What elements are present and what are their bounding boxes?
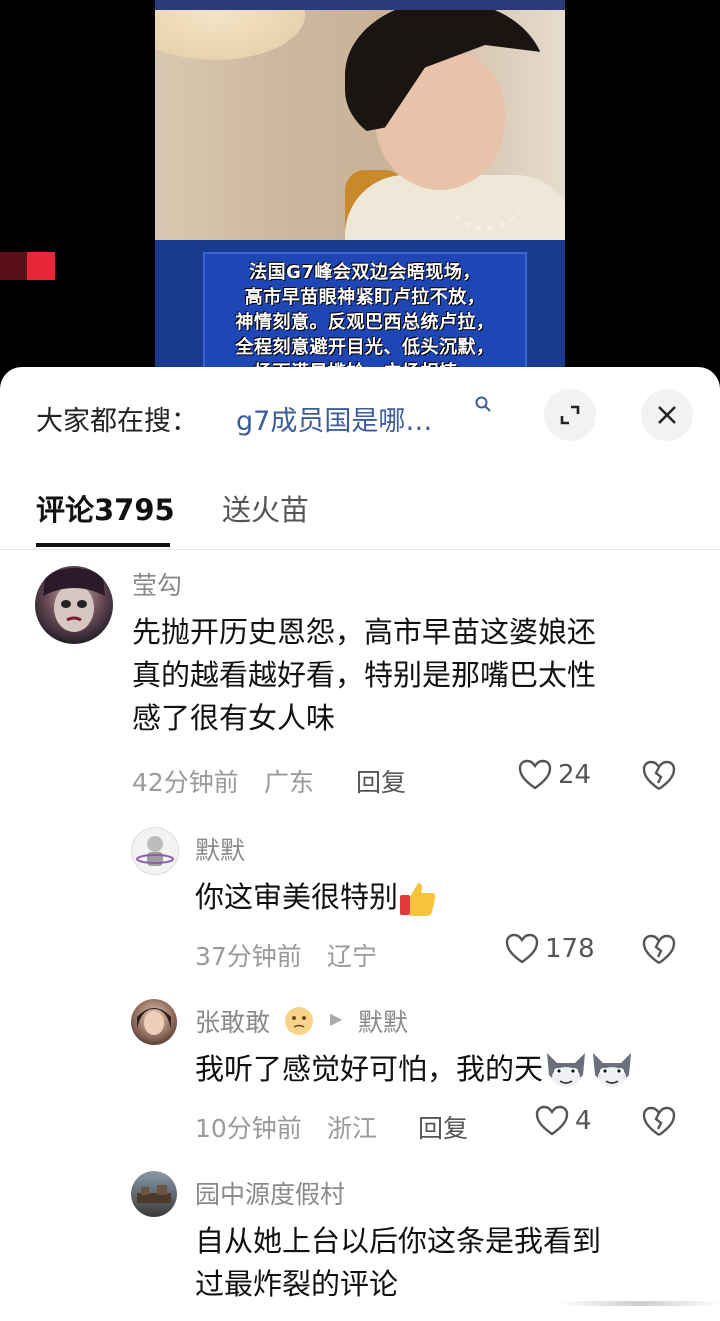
heart-icon	[505, 933, 539, 964]
reply-button[interactable]: 回复	[356, 763, 406, 799]
expand-icon	[560, 405, 580, 425]
avatar[interactable]	[131, 1171, 177, 1217]
comment-item: 莹勾 先抛开历史恩怨，高市早苗这婆娘还 真的越看越好看，特别是那嘴巴太性 感了很…	[0, 563, 720, 813]
thumbs-up-icon	[400, 883, 436, 916]
progress-marker-dim	[0, 252, 27, 280]
close-icon	[658, 406, 676, 424]
broken-heart-icon[interactable]	[641, 933, 677, 967]
reply-button[interactable]: 回复	[418, 1109, 468, 1145]
like-count: 178	[545, 934, 595, 964]
comment-location: 浙江	[327, 1114, 378, 1143]
like-count: 24	[558, 760, 592, 790]
comment-username[interactable]: 莹勾	[132, 566, 182, 602]
broken-heart-icon[interactable]	[641, 759, 677, 793]
home-indicator-bar	[0, 1306, 720, 1321]
video-caption: 法国G7峰会双边会晤现场， 高市早苗眼神紧盯卢拉不放， 神情刻意。反观巴西总统卢…	[235, 262, 495, 380]
search-label: 大家都在搜：	[36, 406, 198, 437]
comment-location: 广东	[264, 768, 315, 797]
comment-text: 先抛开历史恩怨，高市早苗这婆娘还 真的越看越好看，特别是那嘴巴太性 感了很有女人…	[132, 615, 597, 735]
search-suggestion-link[interactable]: g7成员国是哪…	[236, 399, 432, 438]
comment-username[interactable]: 默默	[195, 831, 245, 867]
comment-reply-item: 园中源度假村 自从她上台以后你这条是我看到 过最炸裂的评论	[0, 1171, 720, 1321]
heart-icon	[518, 759, 552, 790]
tab-send-fire[interactable]: 送火苗	[222, 487, 309, 529]
comments-sheet: 大家都在搜： g7成员国是哪… 评论3795 送火苗 莹勾 先抛开历史恩怨，高市…	[0, 367, 720, 1321]
like-button[interactable]: 178	[505, 933, 595, 965]
expand-button[interactable]	[544, 389, 596, 441]
comment-time: 10分钟前	[195, 1114, 302, 1143]
video-frame: 法国G7峰会双边会晤现场， 高市早苗眼神紧盯卢拉不放， 神情刻意。反观巴西总统卢…	[155, 0, 565, 380]
comment-tabs: 评论3795 送火苗	[0, 477, 720, 550]
search-suggestion-row: 大家都在搜： g7成员国是哪…	[0, 367, 720, 467]
progress-marker	[27, 252, 55, 280]
reply-target-username[interactable]: 默默	[358, 1003, 408, 1039]
comment-time: 42分钟前	[132, 768, 239, 797]
search-icon[interactable]	[474, 395, 492, 413]
tab-comments[interactable]: 评论3795	[36, 487, 175, 529]
comment-text: 你这审美很特别	[195, 876, 438, 919]
like-count: 4	[575, 1106, 592, 1136]
comment-time: 37分钟前	[195, 942, 302, 971]
reply-arrow-icon: ▶	[330, 1009, 343, 1028]
video-caption-box: 法国G7峰会双边会晤现场， 高市早苗眼神紧盯卢拉不放， 神情刻意。反观巴西总统卢…	[203, 252, 527, 380]
comment-text: 我听了感觉好可怕，我的天	[195, 1048, 635, 1093]
wolf-face-icon	[547, 1053, 586, 1087]
avatar[interactable]	[35, 566, 113, 644]
avatar[interactable]	[131, 999, 177, 1045]
like-button[interactable]: 24	[518, 759, 591, 791]
like-button[interactable]: 4	[535, 1105, 592, 1137]
comment-location: 辽宁	[327, 942, 378, 971]
comment-username[interactable]: 园中源度假村	[195, 1175, 345, 1211]
broken-heart-icon[interactable]	[641, 1105, 677, 1139]
heart-icon	[535, 1105, 569, 1136]
comment-text: 自从她上台以后你这条是我看到 过最炸裂的评论	[195, 1224, 602, 1301]
thinking-face-icon	[285, 1007, 313, 1035]
avatar[interactable]	[131, 827, 179, 875]
comment-username[interactable]: 张敢敢	[195, 1003, 270, 1039]
close-button[interactable]	[641, 389, 693, 441]
video-image	[155, 10, 565, 240]
video-player[interactable]: 法国G7峰会双边会晤现场， 高市早苗眼神紧盯卢拉不放， 神情刻意。反观巴西总统卢…	[0, 0, 720, 380]
tab-active-underline	[36, 543, 170, 547]
comment-reply-item: 张敢敢 ▶ 默默 我听了感觉好可怕，我的天 10分钟前 浙江 回复 4	[0, 999, 720, 1149]
wolf-face-icon	[593, 1053, 632, 1087]
comment-reply-item: 默默 你这审美很特别 37分钟前 辽宁 178	[0, 827, 720, 977]
